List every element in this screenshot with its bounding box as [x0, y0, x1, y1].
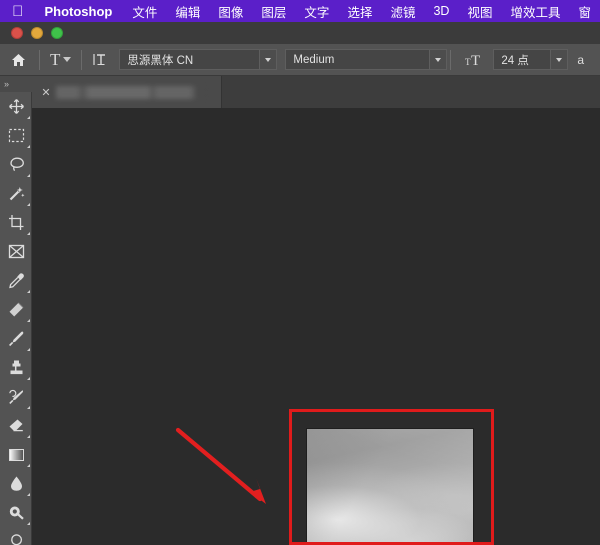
menu-item-window[interactable]: 窗 [569, 2, 600, 21]
window-minimize-button[interactable] [31, 27, 43, 39]
window-title-strip [0, 22, 600, 44]
tool-flyout-indicator [27, 493, 30, 496]
font-size-select[interactable]: 24 点 [493, 49, 569, 70]
menu-item-type[interactable]: 文字 [295, 2, 338, 21]
font-size-value: 24 点 [501, 54, 529, 67]
eraser-tool[interactable] [0, 411, 32, 440]
window-close-button[interactable] [11, 27, 23, 39]
font-family-select[interactable]: 思源黑体 CN [119, 49, 278, 70]
menu-item-layer[interactable]: 图层 [252, 2, 295, 21]
options-bar: T 思源黑体 CN Medium T T 24 点 a [0, 44, 600, 76]
menu-item-view[interactable]: 视图 [458, 2, 501, 21]
history-brush-tool[interactable] [0, 382, 32, 411]
tool-flyout-indicator [27, 203, 30, 206]
tool-flyout-indicator [27, 145, 30, 148]
photo-shading-overlay [307, 429, 473, 545]
gradient-tool[interactable] [0, 440, 32, 469]
chevron-down-icon[interactable] [550, 50, 568, 69]
tool-flyout-indicator [27, 435, 30, 438]
tool-flyout-indicator [27, 319, 30, 322]
font-family-value: 思源黑体 CN [127, 54, 194, 67]
dodge-tool[interactable] [0, 498, 32, 527]
tool-flyout-indicator [27, 377, 30, 380]
tool-flyout-indicator [27, 464, 30, 467]
document-tab-title [56, 85, 209, 99]
menu-item-filter[interactable]: 滤镜 [381, 2, 424, 21]
menu-item-3d[interactable]: 3D [424, 4, 458, 18]
type-T-icon: T [50, 50, 61, 69]
close-icon[interactable]: ✕ [36, 86, 56, 99]
menu-item-edit[interactable]: 编辑 [166, 2, 209, 21]
crop-tool[interactable] [0, 208, 32, 237]
font-style-value: Medium [293, 53, 335, 66]
tool-preset-picker[interactable]: T [43, 48, 78, 72]
options-separator-3 [450, 49, 452, 70]
chevron-down-icon[interactable] [259, 50, 277, 69]
tools-panel: » [0, 76, 32, 545]
pen-tool[interactable] [0, 527, 32, 545]
menu-item-plugins[interactable]: 增效工具 [501, 2, 569, 21]
photoshop-window:  Photoshop 文件 编辑 图像 图层 文字 选择 滤镜 3D 视图 增… [0, 0, 600, 545]
double-chevron-right-icon[interactable]: » [0, 76, 32, 92]
apple-logo-icon[interactable]:  [8, 4, 27, 19]
tool-flyout-indicator [27, 174, 30, 177]
lasso-tool[interactable] [0, 150, 32, 179]
healing-brush-tool[interactable] [0, 295, 32, 324]
document-canvas[interactable] [32, 108, 600, 545]
menu-item-select[interactable]: 选择 [338, 2, 381, 21]
frame-tool[interactable] [0, 237, 32, 266]
menu-item-file[interactable]: 文件 [123, 2, 166, 21]
chevron-down-icon [63, 57, 72, 62]
menu-item-image[interactable]: 图像 [209, 2, 252, 21]
chevron-down-icon[interactable] [429, 50, 447, 69]
tool-flyout-indicator [27, 232, 30, 235]
font-style-select[interactable]: Medium [285, 49, 448, 70]
marquee-tool[interactable] [0, 121, 32, 150]
home-icon[interactable] [0, 44, 36, 76]
text-orientation-icon[interactable] [85, 48, 115, 72]
sky-photo-layer[interactable] [307, 429, 473, 545]
font-size-icon: T T [461, 48, 489, 72]
tool-flyout-indicator [27, 290, 30, 293]
document-tab[interactable]: ✕ [32, 76, 222, 108]
options-separator-1 [39, 49, 40, 70]
svg-text:T: T [471, 53, 480, 68]
tool-flyout-indicator [27, 522, 30, 525]
tool-flyout-indicator [27, 116, 30, 119]
move-tool[interactable] [0, 92, 32, 121]
antialias-label[interactable]: a [577, 53, 584, 67]
document-tab-bar: ✕ [32, 76, 600, 108]
macos-menubar:  Photoshop 文件 编辑 图像 图层 文字 选择 滤镜 3D 视图 增… [0, 0, 600, 22]
tool-flyout-indicator [27, 406, 30, 409]
options-separator-2 [81, 49, 83, 70]
menu-app-name[interactable]: Photoshop [33, 4, 123, 19]
brush-tool[interactable] [0, 324, 32, 353]
eyedropper-tool[interactable] [0, 266, 32, 295]
window-zoom-button[interactable] [51, 27, 63, 39]
blur-tool[interactable] [0, 469, 32, 498]
tool-flyout-indicator [27, 348, 30, 351]
magic-wand-tool[interactable] [0, 179, 32, 208]
clone-stamp-tool[interactable] [0, 353, 32, 382]
